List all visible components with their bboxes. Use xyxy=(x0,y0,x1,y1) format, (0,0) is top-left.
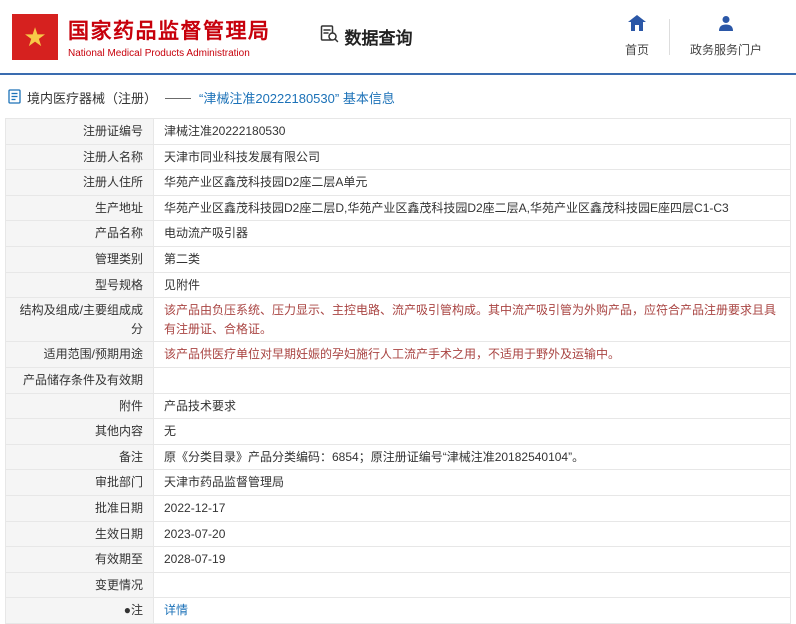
row-label: 管理类别 xyxy=(6,246,154,272)
row-label: 结构及组成/主要组成成分 xyxy=(6,298,154,342)
table-row: 型号规格见附件 xyxy=(6,272,791,298)
header-nav: 首页 政务服务门户 xyxy=(605,15,782,58)
agency-name-cn: 国家药品监督管理局 xyxy=(68,15,271,45)
table-row: 批准日期2022-12-17 xyxy=(6,495,791,521)
row-label: 附件 xyxy=(6,393,154,419)
row-value: 2028-07-19 xyxy=(154,547,791,573)
row-label: 适用范围/预期用途 xyxy=(6,342,154,368)
row-label: 注册人名称 xyxy=(6,144,154,170)
row-value: 2023-07-20 xyxy=(154,521,791,547)
table-row: 有效期至2028-07-19 xyxy=(6,547,791,573)
row-value: 无 xyxy=(154,419,791,445)
data-query-title: 数据查询 xyxy=(319,24,413,49)
nav-portal-label: 政务服务门户 xyxy=(690,41,762,58)
page-header: ★ 国家药品监督管理局 National Medical Products Ad… xyxy=(0,0,796,75)
table-row: 其他内容无 xyxy=(6,419,791,445)
table-row: 审批部门天津市药品监督管理局 xyxy=(6,470,791,496)
row-label: 批准日期 xyxy=(6,495,154,521)
table-row: 管理类别第二类 xyxy=(6,246,791,272)
table-row: 注册人名称天津市同业科技发展有限公司 xyxy=(6,144,791,170)
row-value: 产品技术要求 xyxy=(154,393,791,419)
row-value: 详情 xyxy=(154,598,791,624)
row-value: 原《分类目录》产品分类编码：6854；原注册证编号“津械注准2018254010… xyxy=(154,444,791,470)
row-value: 该产品由负压系统、压力显示、主控电路、流产吸引管构成。其中流产吸引管为外购产品，… xyxy=(154,298,791,342)
row-label: 生产地址 xyxy=(6,195,154,221)
user-icon xyxy=(718,15,734,36)
agency-logo-link[interactable]: ★ 国家药品监督管理局 National Medical Products Ad… xyxy=(12,14,271,60)
row-value: 华苑产业区鑫茂科技园D2座二层D,华苑产业区鑫茂科技园D2座二层A,华苑产业区鑫… xyxy=(154,195,791,221)
row-value: 天津市同业科技发展有限公司 xyxy=(154,144,791,170)
table-row: 附件产品技术要求 xyxy=(6,393,791,419)
row-label: 型号规格 xyxy=(6,272,154,298)
row-label: 产品名称 xyxy=(6,221,154,247)
row-value xyxy=(154,367,791,393)
row-label: ●注 xyxy=(6,598,154,624)
row-value: 2022-12-17 xyxy=(154,495,791,521)
agency-title-block: 国家药品监督管理局 National Medical Products Admi… xyxy=(68,15,271,59)
detail-link[interactable]: 详情 xyxy=(164,603,188,617)
table-row: 产品名称电动流产吸引器 xyxy=(6,221,791,247)
row-value: 华苑产业区鑫茂科技园D2座二层A单元 xyxy=(154,170,791,196)
breadcrumb-category: 境内医疗器械（注册） xyxy=(27,88,157,107)
table-row: ●注详情 xyxy=(6,598,791,624)
row-label: 备注 xyxy=(6,444,154,470)
table-row: 备注原《分类目录》产品分类编码：6854；原注册证编号“津械注准20182540… xyxy=(6,444,791,470)
row-label: 产品储存条件及有效期 xyxy=(6,367,154,393)
national-emblem-icon: ★ xyxy=(12,14,58,60)
row-label: 有效期至 xyxy=(6,547,154,573)
home-icon xyxy=(628,15,646,36)
nav-home-label: 首页 xyxy=(625,41,649,58)
document-icon xyxy=(8,89,21,107)
table-row: 注册人住所华苑产业区鑫茂科技园D2座二层A单元 xyxy=(6,170,791,196)
breadcrumb: 境内医疗器械（注册） —— “津械注准20222180530” 基本信息 xyxy=(0,75,796,118)
row-value: 第二类 xyxy=(154,246,791,272)
row-value: 天津市药品监督管理局 xyxy=(154,470,791,496)
row-value: 电动流产吸引器 xyxy=(154,221,791,247)
breadcrumb-detail: “津械注准20222180530” 基本信息 xyxy=(199,88,395,107)
nav-item-home[interactable]: 首页 xyxy=(605,15,669,58)
agency-name-en: National Medical Products Administration xyxy=(68,48,271,59)
info-table-body: 注册证编号津械注准20222180530注册人名称天津市同业科技发展有限公司注册… xyxy=(6,119,791,624)
table-row: 结构及组成/主要组成成分该产品由负压系统、压力显示、主控电路、流产吸引管构成。其… xyxy=(6,298,791,342)
table-row: 生产地址华苑产业区鑫茂科技园D2座二层D,华苑产业区鑫茂科技园D2座二层A,华苑… xyxy=(6,195,791,221)
table-row: 产品储存条件及有效期 xyxy=(6,367,791,393)
row-label: 生效日期 xyxy=(6,521,154,547)
breadcrumb-separator: —— xyxy=(165,90,191,105)
data-query-icon xyxy=(319,24,339,49)
row-value: 津械注准20222180530 xyxy=(154,119,791,145)
table-row: 适用范围/预期用途该产品供医疗单位对早期妊娠的孕妇施行人工流产手术之用，不适用于… xyxy=(6,342,791,368)
data-query-label: 数据查询 xyxy=(345,24,413,49)
row-value: 见附件 xyxy=(154,272,791,298)
nav-item-portal[interactable]: 政务服务门户 xyxy=(670,15,782,58)
row-label: 其他内容 xyxy=(6,419,154,445)
row-label: 审批部门 xyxy=(6,470,154,496)
row-label: 注册证编号 xyxy=(6,119,154,145)
row-value: 该产品供医疗单位对早期妊娠的孕妇施行人工流产手术之用，不适用于野外及运输中。 xyxy=(154,342,791,368)
table-row: 生效日期2023-07-20 xyxy=(6,521,791,547)
table-row: 注册证编号津械注准20222180530 xyxy=(6,119,791,145)
info-table: 注册证编号津械注准20222180530注册人名称天津市同业科技发展有限公司注册… xyxy=(5,118,791,624)
row-label: 注册人住所 xyxy=(6,170,154,196)
